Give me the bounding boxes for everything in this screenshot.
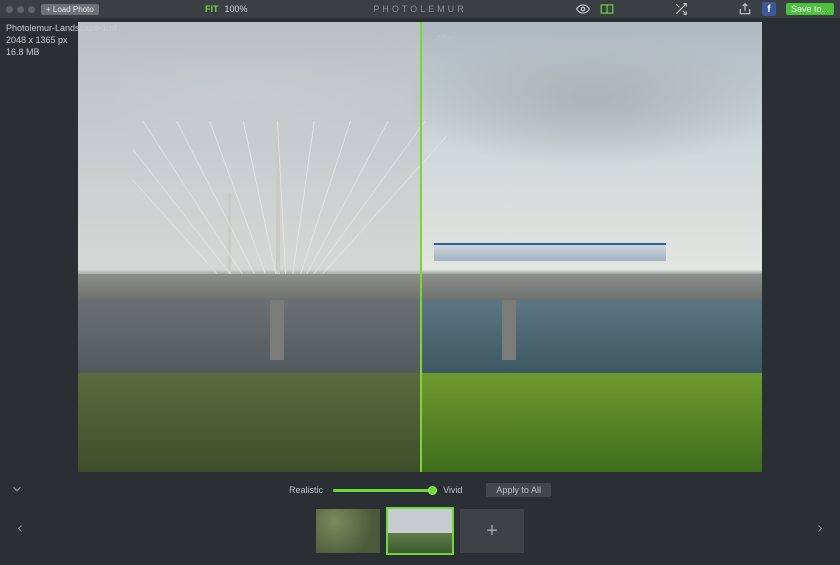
image-canvas[interactable]: Before After [78,22,762,472]
slider-left-label: Realistic [289,485,323,495]
share-icon[interactable] [738,2,752,16]
shuffle-icon[interactable] [674,2,688,16]
intensity-slider[interactable] [333,489,433,492]
facebook-icon[interactable]: f [762,2,776,16]
file-name: Photolemur-Landscape-1.tif [6,22,117,34]
zoom-percent[interactable]: 100% [225,4,248,14]
apply-to-all-button[interactable]: Apply to All [486,483,551,497]
file-dimensions: 2048 x 1365 px [6,34,117,46]
prev-thumb-button[interactable] [8,513,32,550]
save-button[interactable]: Save to... [786,3,834,15]
app-brand: PHOTOLEMUR [373,4,466,14]
file-info: Photolemur-Landscape-1.tif 2048 x 1365 p… [6,22,117,58]
add-photo-thumb[interactable]: + [460,509,524,553]
file-size: 16.8 MB [6,46,117,58]
next-thumb-button[interactable] [808,513,832,550]
minimize-window-dot[interactable] [17,6,24,13]
zoom-window-dot[interactable] [28,6,35,13]
before-label: Before [384,34,413,45]
title-bar: + Load Photo FIT 100% PHOTOLEMUR f Save … [0,0,840,18]
load-photo-button[interactable]: + Load Photo [41,4,99,15]
fit-button[interactable]: FIT [205,4,219,14]
plus-icon: + [486,520,498,543]
split-handle[interactable] [420,22,422,472]
slider-right-label: Vivid [443,485,462,495]
before-after-labels: Before After [384,34,457,45]
eye-icon[interactable] [576,2,590,16]
zoom-controls: FIT 100% [205,4,248,14]
thumbnail-1[interactable] [316,509,380,553]
thumbnail-2[interactable] [388,509,452,553]
after-label: After [435,34,456,45]
close-window-dot[interactable] [6,6,13,13]
compare-icon[interactable] [600,2,614,16]
window-controls [0,6,35,13]
intensity-controls: Realistic Vivid Apply to All [0,480,840,500]
thumbnail-strip: + [0,502,840,560]
slider-knob[interactable] [428,486,437,495]
